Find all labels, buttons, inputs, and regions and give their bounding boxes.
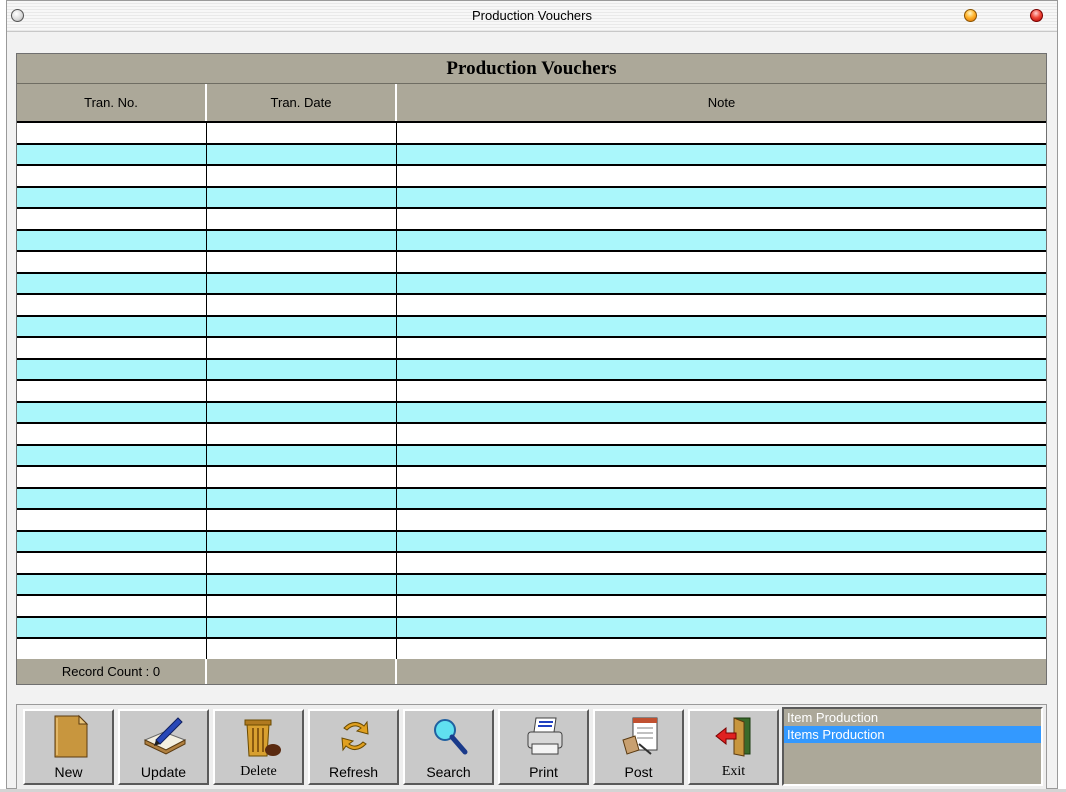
vouchers-grid: Production Vouchers Tran. No. Tran. Date… bbox=[16, 53, 1047, 685]
table-row[interactable] bbox=[17, 574, 1046, 596]
table-row[interactable] bbox=[17, 187, 1046, 209]
table-row[interactable] bbox=[17, 381, 1046, 403]
grid-rows[interactable] bbox=[17, 123, 1046, 661]
grid-footer: Record Count : 0 bbox=[17, 659, 1046, 684]
new-button-label: New bbox=[54, 764, 83, 780]
table-row[interactable] bbox=[17, 445, 1046, 467]
table-row[interactable] bbox=[17, 424, 1046, 446]
close-button[interactable] bbox=[1030, 9, 1043, 22]
column-header-tran-date[interactable]: Tran. Date bbox=[207, 84, 397, 121]
update-button[interactable]: Update bbox=[118, 709, 209, 785]
table-row[interactable] bbox=[17, 273, 1046, 295]
column-divider bbox=[206, 123, 207, 659]
table-row[interactable] bbox=[17, 252, 1046, 274]
table-row[interactable] bbox=[17, 639, 1046, 661]
refresh-button-label: Refresh bbox=[328, 764, 379, 780]
exit-button-label: Exit bbox=[721, 764, 746, 779]
table-row[interactable] bbox=[17, 488, 1046, 510]
magnifier-icon bbox=[434, 719, 468, 755]
table-row[interactable] bbox=[17, 230, 1046, 252]
trash-can-icon bbox=[244, 719, 281, 757]
table-row[interactable] bbox=[17, 295, 1046, 317]
column-header-note[interactable]: Note bbox=[397, 84, 1046, 121]
table-row[interactable] bbox=[17, 123, 1046, 145]
column-header-tran-no[interactable]: Tran. No. bbox=[17, 84, 207, 121]
update-button-label: Update bbox=[140, 764, 187, 780]
delete-button[interactable]: Delete bbox=[213, 709, 304, 785]
print-button[interactable]: Print bbox=[498, 709, 589, 785]
table-row[interactable] bbox=[17, 144, 1046, 166]
pen-book-icon bbox=[143, 717, 187, 755]
exit-door-icon bbox=[715, 717, 751, 757]
production-type-list[interactable]: Item Production Items Production bbox=[782, 707, 1043, 786]
table-row[interactable] bbox=[17, 209, 1046, 231]
record-count: Record Count : 0 bbox=[17, 659, 207, 684]
list-item[interactable]: Item Production bbox=[784, 709, 1041, 726]
stamp-post-icon bbox=[622, 717, 658, 755]
print-button-label: Print bbox=[529, 764, 558, 780]
table-row[interactable] bbox=[17, 316, 1046, 338]
post-button[interactable]: Post bbox=[593, 709, 684, 785]
delete-button-label: Delete bbox=[240, 764, 277, 779]
refresh-button[interactable]: Refresh bbox=[308, 709, 399, 785]
minimize-button[interactable] bbox=[964, 9, 977, 22]
footer-cell-date bbox=[207, 659, 397, 684]
action-toolbar: New Update Delete Refresh Search Print P… bbox=[16, 704, 1047, 790]
table-row[interactable] bbox=[17, 359, 1046, 381]
window-title: Production Vouchers bbox=[472, 8, 592, 23]
new-document-icon bbox=[54, 714, 89, 758]
title-bar[interactable]: Production Vouchers bbox=[7, 1, 1057, 32]
column-divider bbox=[396, 123, 397, 659]
table-row[interactable] bbox=[17, 402, 1046, 424]
grid-header: Tran. No. Tran. Date Note bbox=[17, 84, 1046, 123]
table-row[interactable] bbox=[17, 467, 1046, 489]
refresh-arrows-icon bbox=[341, 720, 369, 752]
exit-button[interactable]: Exit bbox=[688, 709, 779, 785]
table-row[interactable] bbox=[17, 338, 1046, 360]
printer-icon bbox=[527, 717, 563, 755]
grid-title: Production Vouchers bbox=[17, 54, 1046, 84]
table-row[interactable] bbox=[17, 617, 1046, 639]
footer-cell-note bbox=[397, 659, 1046, 684]
list-item-selected[interactable]: Items Production bbox=[784, 726, 1041, 743]
table-row[interactable] bbox=[17, 510, 1046, 532]
table-row[interactable] bbox=[17, 596, 1046, 618]
search-button[interactable]: Search bbox=[403, 709, 494, 785]
table-row[interactable] bbox=[17, 531, 1046, 553]
production-vouchers-window: Production Vouchers Production Vouchers … bbox=[6, 0, 1058, 790]
search-button-label: Search bbox=[426, 764, 471, 780]
new-button[interactable]: New bbox=[23, 709, 114, 785]
table-row[interactable] bbox=[17, 553, 1046, 575]
post-button-label: Post bbox=[624, 764, 653, 780]
table-row[interactable] bbox=[17, 166, 1046, 188]
